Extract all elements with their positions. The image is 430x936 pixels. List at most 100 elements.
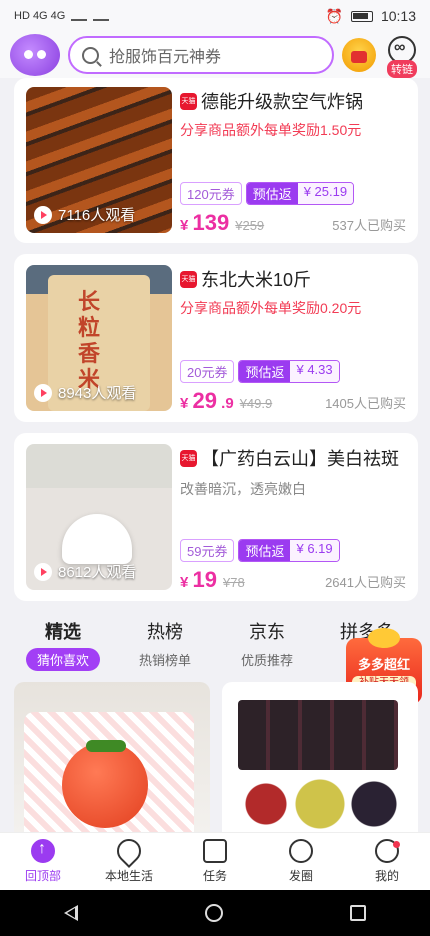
product-thumbnail[interactable]: 7116人观看 [26,87,172,233]
rice-bag-label: 长粒香米 [78,289,101,392]
coupon-badge[interactable]: 20元券 [180,360,235,383]
status-time: 10:13 [380,8,416,24]
viewer-count-text: 7116人观看 [58,207,136,224]
mascot-avatar-icon[interactable] [10,34,60,76]
title-row: 天猫 德能升级款空气炸锅 [180,88,406,114]
wifi-icon [93,11,110,21]
bottom-nav: 回顶部 本地生活 任务 发圈 我的 [0,832,430,890]
tab-name: 精选 [45,622,81,642]
home-icon[interactable] [204,904,223,922]
coupon-badge[interactable]: 59元券 [180,539,235,562]
content-scroll[interactable]: 7116人观看 天猫 德能升级款空气炸锅 分享商品额外每单奖励1.50元 120… [0,78,430,832]
share-circle-icon [289,839,313,863]
red-envelope-icon[interactable] [342,38,376,72]
convert-link-button[interactable]: 转链 [384,36,420,78]
tab-subtitle: 猜你喜欢 [26,648,100,671]
viewer-count: 7116人观看 [34,204,135,225]
tab-hot-list[interactable]: 热榜 热销榜单 [120,618,210,669]
signal-indicators: HD 4G 4G [14,10,110,22]
price-decimal: .9 [221,395,234,412]
tab-jd[interactable]: 京东 优质推荐 [222,618,312,669]
price-row: ¥ 19 ¥78 2641人已购买 [180,567,406,593]
live-play-icon [34,383,52,402]
product-card[interactable]: 8612人观看 天猫 【广药白云山】美白祛斑 改善暗沉，透亮嫩白 59元券 预估… [14,433,418,601]
tomato-image [62,742,148,828]
price-integer: 29 [192,388,217,413]
product-card[interactable]: 长粒香米 8943人观看 天猫 东北大米10斤 分享商品额外每单奖励0.20元 … [14,254,418,422]
live-play-icon [34,562,52,581]
title-row: 天猫 【广药白云山】美白祛斑 [180,445,406,471]
raisin-pile-image [230,774,410,832]
price: ¥ 139 [180,210,229,236]
notification-dot [393,841,400,848]
price-integer: 139 [192,210,230,235]
price-row: ¥ 29 .9 ¥49.9 1405人已购买 [180,388,406,414]
estimated-return-label: 预估返 [239,361,291,382]
price: ¥ 19 [180,567,217,593]
back-icon[interactable] [63,905,78,921]
tmall-badge-icon: 天猫 [180,92,197,110]
raisin-bags-image [238,700,398,770]
tag-row: 20元券 预估返 ¥ 4.33 [180,360,340,383]
nav-label: 任务 [202,869,227,883]
price-integer: 19 [192,567,217,592]
title-row: 天猫 东北大米10斤 [180,266,406,292]
mascot-eye-left [24,50,33,59]
product-title: 东北大米10斤 [201,270,312,290]
estimated-return-value: ¥ 4.33 [290,361,339,382]
arrow-up-icon [31,839,55,863]
estimated-return-badge: 预估返 ¥ 6.19 [238,539,340,562]
nav-label: 本地生活 [104,869,153,883]
product-thumbnail[interactable]: 8612人观看 [26,444,172,590]
price: ¥ 29 .9 [180,388,234,414]
nav-me[interactable]: 我的 [344,833,430,890]
mascot-eye-right [37,50,46,59]
product-thumbnail[interactable]: 长粒香米 8943人观看 [26,265,172,411]
tab-name: 京东 [249,622,285,642]
nav-back-to-top[interactable]: 回顶部 [0,833,86,890]
search-input[interactable]: 抢服饰百元神券 [68,36,334,74]
product-info: 天猫 【广药白云山】美白祛斑 改善暗沉，透亮嫩白 [180,445,406,499]
share-reward-text: 分享商品额外每单奖励0.20元 [180,300,362,316]
price-symbol: ¥ [180,217,189,234]
viewer-count-text: 8612人观看 [58,564,137,581]
estimated-return-badge: 预估返 ¥ 25.19 [245,182,355,205]
status-right: ⏰ 10:13 [326,8,416,25]
recent-apps-icon[interactable] [350,905,367,921]
nav-share-circle[interactable]: 发圈 [258,833,344,890]
price-symbol: ¥ [180,395,189,412]
tab-subtitle: 热销榜单 [138,653,191,668]
product-card[interactable]: 7116人观看 天猫 德能升级款空气炸锅 分享商品额外每单奖励1.50元 120… [14,78,418,243]
nav-label: 我的 [374,869,399,883]
sold-count: 2641人已购买 [325,575,406,590]
estimated-return-value: ¥ 25.19 [297,183,354,204]
original-price: ¥78 [223,575,245,590]
nav-local-life[interactable]: 本地生活 [86,833,172,890]
promo-title: 多多超红 [357,657,410,672]
grid-product-card[interactable] [14,682,210,832]
tab-name: 热榜 [147,622,183,642]
tag-row: 59元券 预估返 ¥ 6.19 [180,539,340,562]
top-bar: 抢服饰百元神券 转链 [0,32,430,78]
live-play-icon [34,205,52,224]
cream-jar [62,514,132,564]
tab-featured[interactable]: 精选 猜你喜欢 [18,618,108,671]
viewer-count-text: 8943人观看 [58,385,137,402]
estimated-return-label: 预估返 [239,540,291,561]
original-price: ¥49.9 [239,396,273,411]
task-icon [203,839,227,863]
grid-product-card[interactable] [222,682,418,832]
alarm-icon: ⏰ [325,7,343,24]
tomato-stem [86,740,126,752]
nav-tasks[interactable]: 任务 [172,833,258,890]
viewer-count: 8943人观看 [34,382,136,403]
price-symbol: ¥ [180,574,189,591]
coupon-badge[interactable]: 120元券 [180,182,242,205]
estimated-return-label: 预估返 [246,183,298,204]
nav-label: 发圈 [288,869,313,883]
battery-icon [350,10,373,22]
original-price: ¥259 [235,218,265,233]
product-info: 天猫 德能升级款空气炸锅 分享商品额外每单奖励1.50元 [180,88,406,140]
search-placeholder: 抢服饰百元神券 [109,49,222,66]
product-title: 【广药白云山】美白祛斑 [201,449,399,469]
